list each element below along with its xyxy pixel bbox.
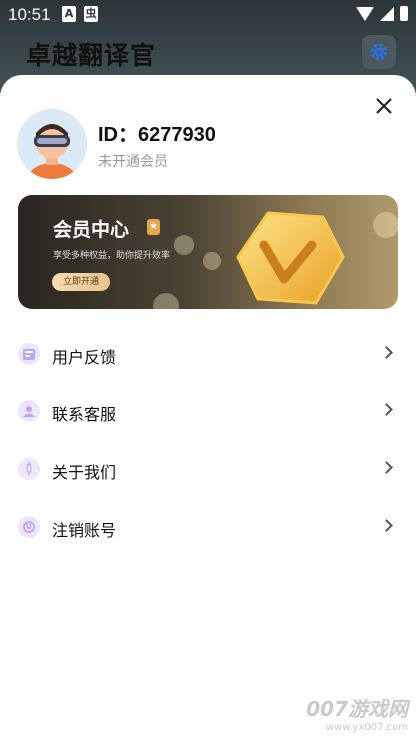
notification-icons: A 虫 [62,6,98,22]
settings-button[interactable] [362,35,396,69]
battery-icon [400,6,408,21]
menu-item-label: 注销账号 [52,521,117,540]
customer-service-icon [18,400,40,422]
menu-item-label: 联系客服 [52,405,117,424]
system-icons [356,6,408,21]
menu-item-label: 用户反馈 [52,348,117,367]
menu-item-delete-account[interactable]: 注销账号 [0,503,416,553]
watermark-url: www.yx007.com [325,722,408,733]
bokeh-decoration [203,252,221,270]
menu-item-feedback[interactable]: 用户反馈 [0,330,416,380]
watermark: 007游戏网 www.yx007.com [306,693,408,733]
vip-center-title: 会员中心 [53,219,130,241]
menu-item-customer-service[interactable]: 联系客服 [0,387,416,437]
bokeh-decoration [174,235,194,255]
close-icon [376,98,392,114]
app-title: 卓越翻译官 [26,41,157,70]
vip-description: 享受多种权益，助你提升效率 [53,251,171,261]
vr-headset-avatar-icon [28,124,76,179]
wifi-icon [356,7,374,21]
menu-item-about[interactable]: 关于我们 [0,445,416,495]
status-bar: 10:51 A 虫 [0,0,416,30]
app-notification-icon: A [62,6,76,22]
bokeh-decoration [153,293,179,309]
membership-status: 未开通会员 [98,154,168,170]
power-icon [18,516,40,538]
bokeh-decoration [373,212,398,238]
avatar [17,109,87,179]
status-time: 10:51 [8,5,51,24]
vip-star-icon: ★ [147,219,160,235]
signal-icon [380,7,394,21]
gear-icon [370,43,388,61]
chevron-right-icon [380,519,393,532]
bug-notification-icon: 虫 [84,6,98,22]
chevron-right-icon [380,403,393,416]
user-id: ID：6277930 [98,124,216,146]
info-icon [18,458,40,480]
watermark-title: 007游戏网 [306,697,408,721]
vip-center-banner[interactable]: 会员中心 ★ 享受多种权益，助你提升效率 立即开通 [18,195,398,309]
close-button[interactable] [372,94,396,118]
chevron-right-icon [380,346,393,359]
menu-item-label: 关于我们 [52,463,117,482]
chevron-right-icon [380,461,393,474]
feedback-icon [18,343,40,365]
gold-v-badge-icon [236,211,345,305]
activate-vip-button[interactable]: 立即开通 [52,273,110,291]
